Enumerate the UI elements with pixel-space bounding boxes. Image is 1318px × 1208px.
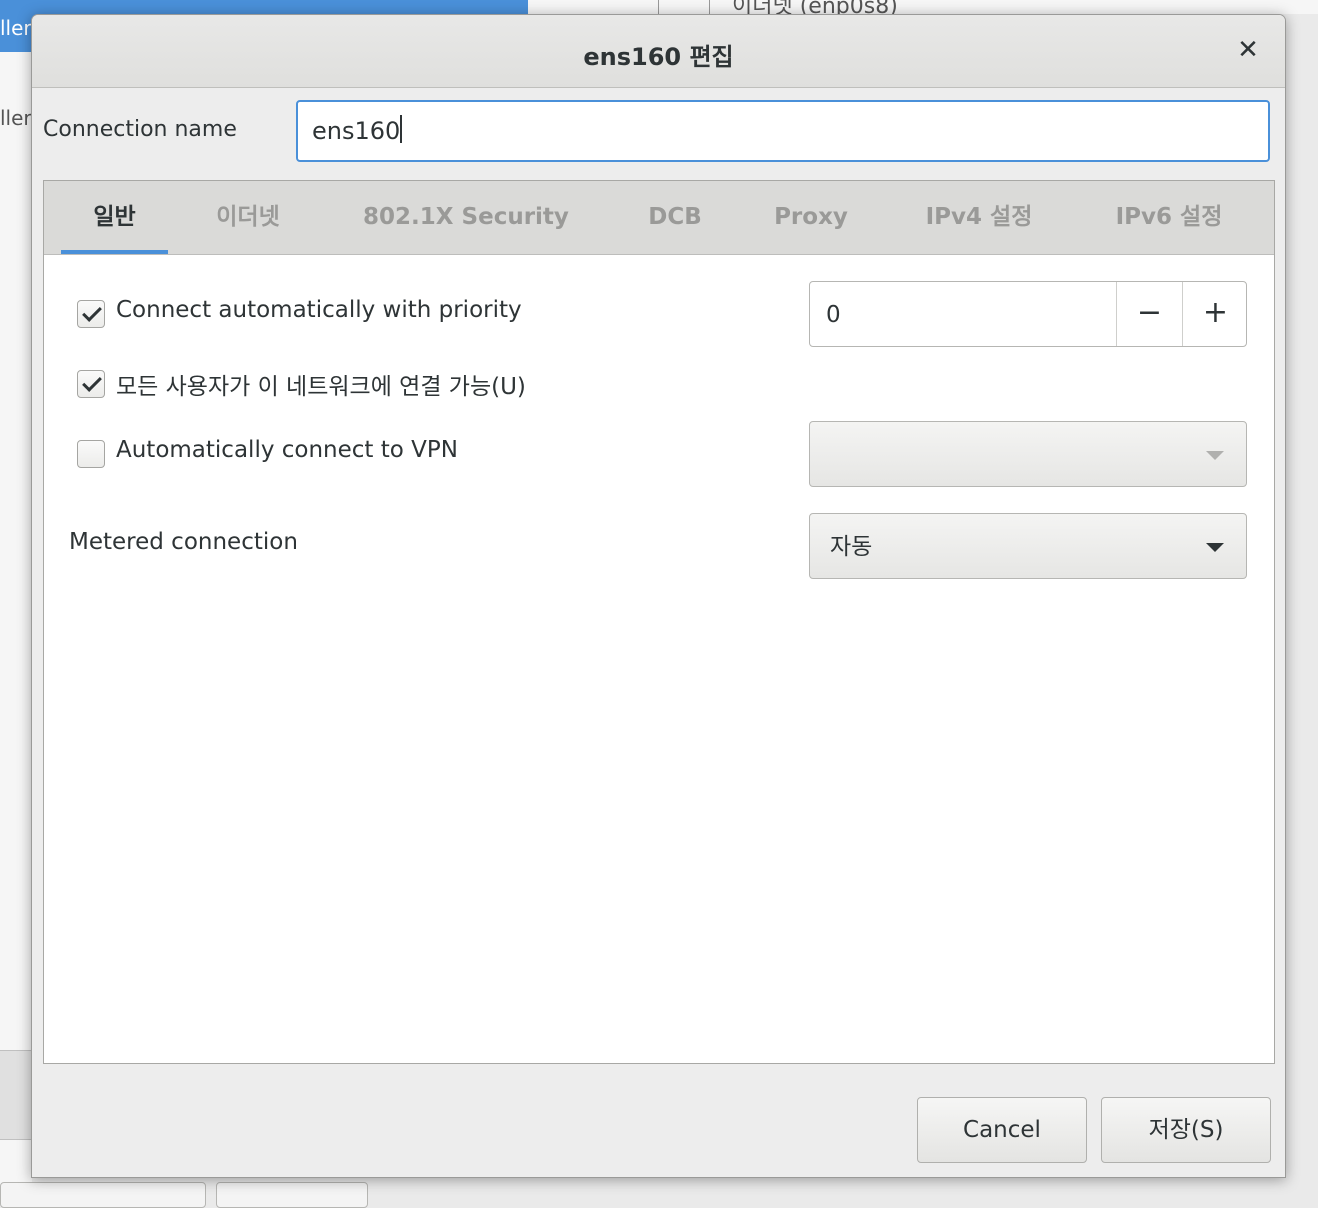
parent-window-sidebar bbox=[0, 0, 32, 1198]
connection-name-label: Connection name bbox=[43, 117, 237, 142]
dialog-title: ens160 편집 bbox=[583, 43, 734, 71]
decrement-button[interactable]: − bbox=[1116, 282, 1182, 346]
lock-icon bbox=[658, 0, 710, 14]
chevron-down-icon bbox=[1206, 543, 1224, 552]
tab-ipv4[interactable]: IPv4 설정 bbox=[904, 181, 1054, 254]
priority-value: 0 bbox=[826, 302, 841, 328]
parent-item-label: ller bbox=[0, 106, 32, 130]
parent-bottom-bar bbox=[0, 1050, 32, 1140]
tab-ipv6[interactable]: IPv6 설정 bbox=[1092, 181, 1246, 254]
all-users-checkbox[interactable] bbox=[77, 370, 105, 398]
parent-button[interactable] bbox=[216, 1182, 368, 1208]
parent-header bbox=[528, 0, 1318, 14]
close-icon[interactable]: ✕ bbox=[1233, 35, 1263, 65]
connection-name-input[interactable]: ens160 bbox=[296, 100, 1270, 162]
vpn-dropdown[interactable] bbox=[809, 421, 1247, 487]
metered-selected-value: 자동 bbox=[830, 534, 873, 560]
tab-dcb[interactable]: DCB bbox=[632, 181, 718, 254]
tab-proxy[interactable]: Proxy bbox=[756, 181, 866, 254]
all-users-label: 모든 사용자가 이 네트워크에 연결 가능(U) bbox=[116, 374, 526, 400]
increment-button[interactable]: + bbox=[1182, 282, 1248, 346]
tab-general[interactable]: 일반 bbox=[61, 181, 168, 254]
metered-dropdown[interactable]: 자동 bbox=[809, 513, 1247, 579]
auto-connect-label: Connect automatically with priority bbox=[116, 297, 522, 323]
cancel-button[interactable]: Cancel bbox=[917, 1097, 1087, 1163]
auto-connect-checkbox[interactable] bbox=[77, 300, 105, 328]
tab-ethernet[interactable]: 이더넷 bbox=[196, 181, 300, 254]
priority-spinbutton[interactable]: 0 − + bbox=[809, 281, 1247, 347]
edit-connection-dialog: ens160 편집 ✕ Connection name ens160 일반 이더… bbox=[31, 14, 1286, 1178]
dialog-titlebar: ens160 편집 ✕ bbox=[32, 15, 1285, 88]
connection-name-value: ens160 bbox=[312, 117, 401, 145]
parent-button[interactable] bbox=[0, 1182, 206, 1208]
parent-selected-item-label: ller bbox=[0, 16, 32, 40]
metered-connection-label: Metered connection bbox=[69, 529, 298, 555]
tab-8021x-security[interactable]: 802.1X Security bbox=[338, 181, 594, 254]
text-caret bbox=[400, 115, 403, 143]
tab-bar: 일반 이더넷 802.1X Security DCB Proxy IPv4 설정… bbox=[44, 181, 1274, 255]
settings-notebook: 일반 이더넷 802.1X Security DCB Proxy IPv4 설정… bbox=[43, 180, 1275, 1064]
auto-vpn-label: Automatically connect to VPN bbox=[116, 437, 458, 463]
chevron-down-icon bbox=[1206, 451, 1224, 460]
save-button[interactable]: 저장(S) bbox=[1101, 1097, 1271, 1163]
auto-vpn-checkbox[interactable] bbox=[77, 440, 105, 468]
